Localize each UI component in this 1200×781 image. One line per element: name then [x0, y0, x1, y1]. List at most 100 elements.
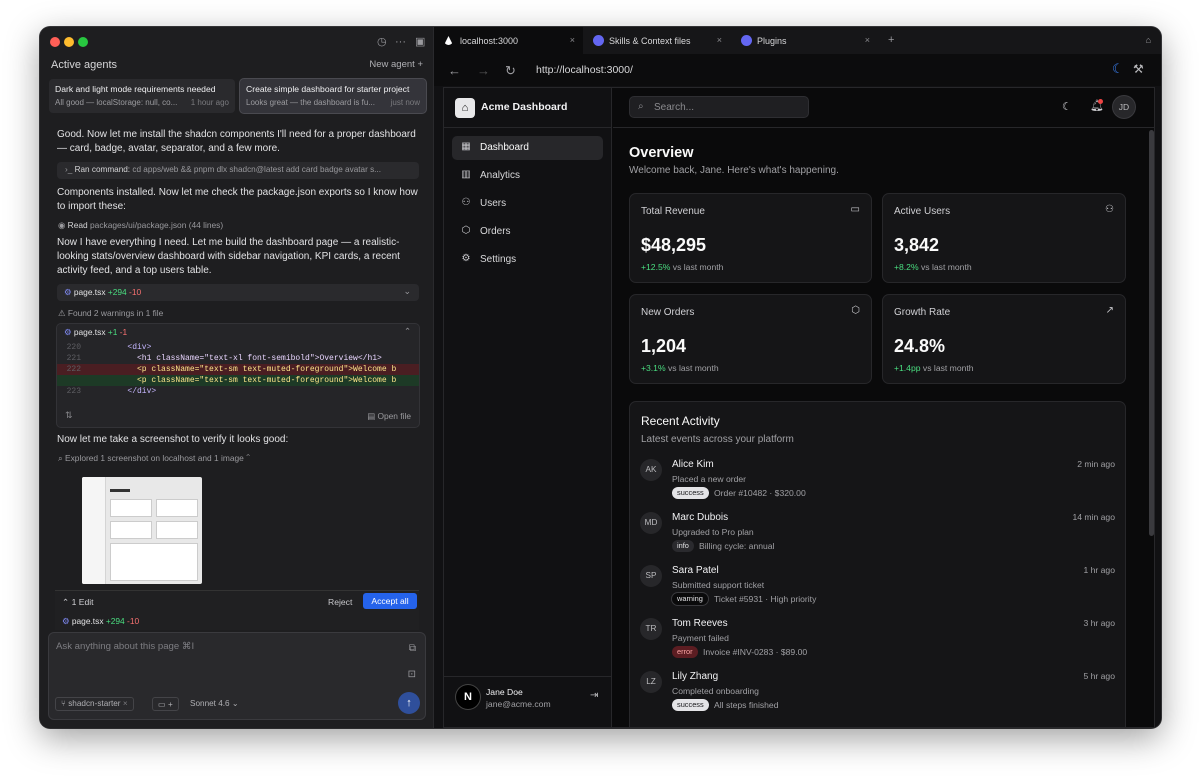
composer-input[interactable]: Ask anything about this page ⌘I	[56, 641, 194, 652]
edit-count[interactable]: ⌃ 1 Edit	[62, 597, 94, 608]
logout-icon[interactable]: ⇥	[590, 690, 598, 701]
trending-up-icon: ↗	[1105, 305, 1114, 316]
moon-icon[interactable]: ☾	[1112, 61, 1124, 77]
reject-button[interactable]: Reject	[328, 597, 352, 607]
status-badge: success	[672, 487, 709, 499]
agent-card[interactable]: Dark and light mode requirements needed …	[49, 79, 235, 113]
edited-file-row[interactable]: ⚙ page.tsx +294 -10	[62, 616, 139, 626]
theme-toggle-icon[interactable]: ☾	[1062, 100, 1072, 113]
page-title: Overview	[629, 145, 694, 161]
activity-item: MD Marc Dubois Upgraded to Pro plan info Bi…	[640, 512, 1115, 562]
ran-command-row[interactable]: ›_ Ran command: cd apps/web && pnpm dlx …	[57, 162, 419, 179]
screenshot-thumbnail[interactable]	[82, 477, 202, 584]
diff-header[interactable]: ⚙ page.tsx +1 -1 ⌃	[57, 324, 419, 342]
terminal-icon: ›_	[65, 165, 73, 174]
eye-icon: ◉	[58, 220, 66, 230]
explored-row[interactable]: ⌕ Explored 1 screenshot on localhost and…	[58, 453, 250, 464]
diff-viewer: ⚙ page.tsx +1 -1 ⌃ 220 <div> 221 <h1 cla…	[57, 324, 419, 427]
top-bar: ⌕ Search... ☾ 🔔︎ JD	[613, 88, 1154, 128]
folder-chip[interactable]: ▭ +	[152, 697, 179, 711]
close-icon[interactable]: ×	[717, 35, 722, 45]
close-icon[interactable]: ×	[570, 35, 575, 45]
vercel-icon	[444, 36, 453, 45]
forward-button[interactable]: →	[477, 63, 490, 78]
activity-item: LZ Lily Zhang Completed onboarding success…	[640, 671, 1115, 721]
file-change-row[interactable]: ⚙ page.tsx +294 -10 ⌄	[57, 284, 419, 301]
activity-subtitle: Latest events across your platform	[641, 434, 794, 445]
assistant-message: Now I have everything I need. Let me bui…	[57, 237, 400, 276]
plugin-icon	[593, 35, 604, 46]
gear-icon: ⚙	[461, 253, 471, 264]
agent-title: Dark and light mode requirements needed	[55, 84, 216, 94]
image-icon[interactable]: ⊡	[408, 669, 416, 680]
sidebar-item-analytics[interactable]: ▥ Analytics	[452, 164, 603, 188]
attach-context-icon[interactable]: ⧉	[409, 643, 416, 654]
sidebar-item-orders[interactable]: ⬡ Orders	[452, 220, 603, 244]
react-file-icon: ⚙	[64, 327, 72, 337]
tab-localhost[interactable]: localhost:3000 ×	[434, 27, 583, 54]
sidebar-item-settings[interactable]: ⚙ Settings	[452, 248, 603, 272]
more-icon[interactable]: ···	[395, 35, 406, 49]
grid-icon: ▦	[461, 141, 471, 152]
home-logo-icon[interactable]: ⌂	[455, 98, 475, 118]
agent-card-selected[interactable]: Create simple dashboard for starter proj…	[240, 79, 426, 113]
diff-line-added: <p className="text-sm text-muted-foregro…	[57, 375, 419, 386]
sidebar-toggle-icon[interactable]: ▣	[415, 35, 425, 49]
active-agents-title: Active agents	[51, 59, 118, 71]
chevron-down-icon: ⌄	[231, 699, 239, 708]
model-selector[interactable]: Sonnet 4.6 ⌄	[185, 697, 244, 711]
page-subtitle: Welcome back, Jane. Here's what's happen…	[629, 165, 839, 176]
diff-line: 223 </div>	[66, 387, 157, 396]
read-file-row[interactable]: ◉ Read packages/ui/package.json (44 line…	[58, 220, 223, 230]
sidebar-item-users[interactable]: ⚇ Users	[452, 192, 603, 216]
brand-name: Acme Dashboard	[481, 101, 568, 113]
recent-activity-card: Recent Activity Latest events across you…	[629, 401, 1126, 727]
kpi-card: New Orders ⬡ 1,204 +3.1% vs last month	[629, 294, 872, 384]
close-icon[interactable]: ×	[123, 699, 128, 708]
plugin-icon	[741, 35, 752, 46]
address-field[interactable]: http://localhost:3000/	[536, 64, 633, 76]
warnings-row[interactable]: ⚠ Found 2 warnings in 1 file	[58, 308, 163, 318]
tools-icon[interactable]: ⚒	[1133, 62, 1144, 76]
maximize-window-button[interactable]	[78, 37, 88, 47]
main-content: ⌕ Search... ☾ 🔔︎ JD Overview Welcome bac…	[613, 88, 1154, 727]
history-icon[interactable]: ◷	[377, 35, 387, 49]
send-button[interactable]: ↑	[398, 692, 420, 714]
sidebar-item-dashboard[interactable]: ▦ Dashboard	[452, 136, 603, 160]
back-button[interactable]: ←	[448, 63, 461, 78]
users-icon: ⚇	[1105, 204, 1114, 215]
assistant-message: Now let me take a screenshot to verify i…	[57, 434, 289, 445]
diff-line: 220 <div>	[66, 343, 152, 352]
user-name: Jane Doe	[486, 687, 523, 697]
new-agent-button[interactable]: New agent +	[369, 59, 423, 70]
status-badge: warning	[672, 593, 708, 605]
close-window-button[interactable]	[50, 37, 60, 47]
chevron-up-icon: ⌃	[246, 453, 251, 463]
lock-icon: ⌂	[1145, 35, 1151, 45]
branch-chip[interactable]: ⑂ shadcn-starter ×	[55, 697, 134, 711]
package-icon: ⬡	[851, 305, 860, 316]
header-avatar[interactable]: JD	[1113, 96, 1135, 118]
minimize-window-button[interactable]	[64, 37, 74, 47]
new-tab-button[interactable]: +	[888, 34, 894, 46]
kpi-card: Growth Rate ↗ 24.8% +1.4pp vs last month	[882, 294, 1126, 384]
tab-skills[interactable]: Skills & Context files ×	[583, 27, 730, 54]
scrollbar[interactable]	[1149, 130, 1154, 536]
search-icon: ⌕	[638, 101, 644, 112]
user-footer: N Jane Doe jane@acme.com ⇥	[444, 676, 612, 727]
close-icon[interactable]: ×	[865, 35, 870, 45]
reload-button[interactable]: ↻	[505, 63, 516, 79]
plus-icon: +	[417, 59, 423, 70]
status-badge: info	[672, 540, 694, 552]
status-badge: success	[672, 699, 709, 711]
bell-icon[interactable]: 🔔︎	[1090, 99, 1104, 112]
agent-subtitle: Looks great — the dashboard is fu...	[246, 98, 375, 107]
diff-line-removed: 222 <p className="text-sm text-muted-for…	[57, 364, 419, 375]
browser-panel: localhost:3000 × Skills & Context files × …	[433, 27, 1161, 728]
accept-all-button[interactable]: Accept all	[363, 593, 417, 609]
open-file-button[interactable]: ▤ Open file	[367, 411, 411, 421]
search-input[interactable]: ⌕ Search...	[629, 96, 809, 118]
activity-title: Recent Activity	[641, 414, 720, 428]
tab-plugins[interactable]: Plugins ×	[731, 27, 878, 54]
expand-icon[interactable]: ⇅	[65, 410, 73, 421]
